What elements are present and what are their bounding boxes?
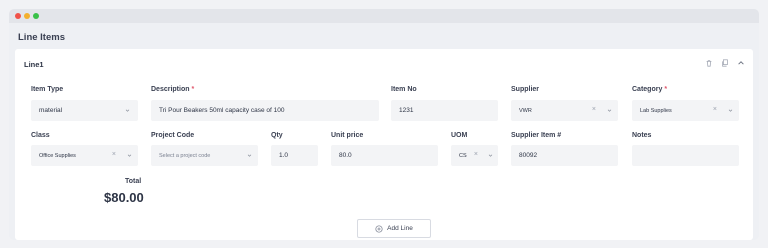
chevron-down-icon xyxy=(607,100,612,121)
uom-clear-icon[interactable]: × xyxy=(474,151,478,158)
project-code-placeholder: Select a project code xyxy=(159,152,211,159)
item-type-select[interactable]: material xyxy=(31,100,138,121)
supplier-item-input[interactable]: 80092 xyxy=(511,145,618,166)
close-window-button[interactable] xyxy=(15,13,21,19)
unit-price-input[interactable]: 80.0 xyxy=(331,145,438,166)
supplier-label: Supplier xyxy=(511,86,540,93)
minimize-window-button[interactable] xyxy=(24,13,30,19)
app-window: Line Items Line1 Item Type Description * … xyxy=(9,9,759,240)
qty-input[interactable]: 1.0 xyxy=(271,145,318,166)
notes-input[interactable] xyxy=(632,145,739,166)
unit-price-value: 80.0 xyxy=(339,152,352,159)
plus-circle-icon xyxy=(375,224,383,233)
description-value: Tri Pour Beakers 50ml capacity case of 1… xyxy=(159,107,285,114)
category-label: Category * xyxy=(632,86,668,93)
unit-price-label: Unit price xyxy=(331,132,364,139)
line-item-card: Line1 Item Type Description * Item No Sup… xyxy=(15,49,753,240)
total-value: $80.00 xyxy=(104,190,144,205)
section-title: Line Items xyxy=(18,32,65,43)
description-label: Description * xyxy=(151,86,195,93)
supplier-clear-icon[interactable]: × xyxy=(592,106,596,113)
add-line-button[interactable]: Add Line xyxy=(357,219,431,238)
maximize-window-button[interactable] xyxy=(33,13,39,19)
qty-label: Qty xyxy=(271,132,283,139)
trash-icon[interactable] xyxy=(705,59,713,67)
project-code-select[interactable]: Select a project code xyxy=(151,145,258,166)
chevron-down-icon xyxy=(247,145,252,166)
class-clear-icon[interactable]: × xyxy=(112,151,116,158)
line-title: Line1 xyxy=(24,60,44,69)
item-type-label: Item Type xyxy=(31,86,64,93)
category-clear-icon[interactable]: × xyxy=(713,106,717,113)
notes-label: Notes xyxy=(632,132,652,139)
qty-value: 1.0 xyxy=(279,152,289,159)
supplier-select[interactable]: VWR × xyxy=(511,100,618,121)
item-no-input[interactable]: 1231 xyxy=(391,100,498,121)
line-actions xyxy=(705,59,745,67)
chevron-down-icon xyxy=(488,145,493,166)
chevron-up-icon[interactable] xyxy=(737,59,745,67)
uom-value: CS xyxy=(459,152,467,159)
supplier-item-value: 80092 xyxy=(519,152,538,159)
class-label: Class xyxy=(31,132,50,139)
project-code-label: Project Code xyxy=(151,132,195,139)
uom-select[interactable]: CS × xyxy=(451,145,498,166)
class-select[interactable]: Office Supplies × xyxy=(31,145,138,166)
chevron-down-icon xyxy=(728,100,733,121)
chevron-down-icon xyxy=(125,100,130,121)
category-value: Lab Supplies xyxy=(640,107,672,114)
copy-icon[interactable] xyxy=(721,59,729,67)
class-value: Office Supplies xyxy=(39,152,76,159)
supplier-value: VWR xyxy=(519,107,532,114)
total-label: Total xyxy=(125,178,142,185)
window-titlebar xyxy=(9,9,759,23)
item-no-label: Item No xyxy=(391,86,417,93)
item-type-value: material xyxy=(39,107,63,114)
supplier-item-label: Supplier Item # xyxy=(511,132,562,139)
uom-label: UOM xyxy=(451,132,468,139)
chevron-down-icon xyxy=(127,145,132,166)
add-line-label: Add Line xyxy=(387,225,413,232)
description-input[interactable]: Tri Pour Beakers 50ml capacity case of 1… xyxy=(151,100,379,121)
item-no-value: 1231 xyxy=(399,107,414,114)
category-select[interactable]: Lab Supplies × xyxy=(632,100,739,121)
